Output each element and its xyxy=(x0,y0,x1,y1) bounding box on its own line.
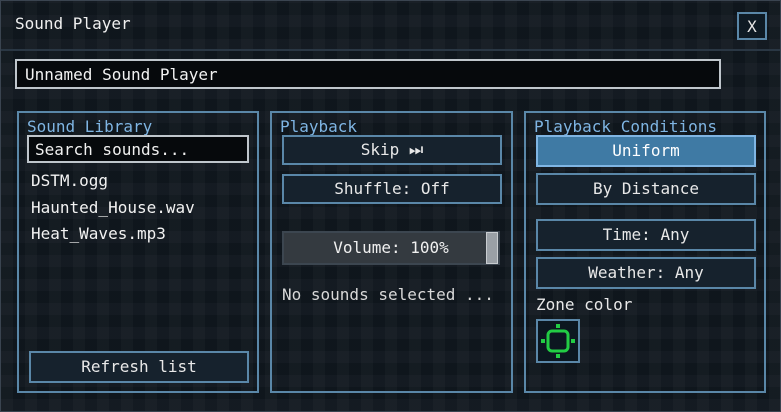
volume-label: Volume: 100% xyxy=(333,238,449,257)
sound-library-panel: Sound Library Search sounds... DSTM.ogg … xyxy=(17,111,259,393)
playback-title: Playback xyxy=(280,117,358,136)
sound-item-heat-waves[interactable]: Heat_Waves.mp3 xyxy=(31,224,166,243)
zone-color-icon xyxy=(541,324,575,358)
time-button[interactable]: Time: Any xyxy=(536,219,756,251)
refresh-list-button[interactable]: Refresh list xyxy=(29,351,249,383)
zone-color-label: Zone color xyxy=(536,295,633,314)
sound-player-window: Sound Player X Unnamed Sound Player Soun… xyxy=(0,0,781,412)
window-title: Sound Player xyxy=(15,14,131,33)
sound-item-dstm[interactable]: DSTM.ogg xyxy=(31,171,108,190)
player-name-input[interactable]: Unnamed Sound Player xyxy=(15,59,721,89)
title-bar: Sound Player X xyxy=(1,1,780,51)
playback-conditions-title: Playback Conditions xyxy=(534,117,718,136)
playback-status: No sounds selected ... xyxy=(282,285,494,304)
weather-button[interactable]: Weather: Any xyxy=(536,257,756,289)
sound-library-title: Sound Library xyxy=(27,117,153,136)
playback-conditions-panel: Playback Conditions Uniform By Distance … xyxy=(524,111,766,393)
shuffle-button[interactable]: Shuffle: Off xyxy=(282,174,502,204)
close-button[interactable]: X xyxy=(737,12,767,40)
uniform-button[interactable]: Uniform xyxy=(536,135,756,167)
volume-slider-handle[interactable] xyxy=(486,232,498,264)
skip-button[interactable]: Skip ⏭ xyxy=(282,135,502,165)
search-input[interactable]: Search sounds... xyxy=(27,135,249,163)
zone-color-swatch[interactable] xyxy=(536,319,580,363)
playback-panel: Playback Skip ⏭ Shuffle: Off Volume: 100… xyxy=(270,111,513,393)
sound-item-haunted-house[interactable]: Haunted_House.wav xyxy=(31,198,195,217)
by-distance-button[interactable]: By Distance xyxy=(536,173,756,205)
volume-slider[interactable]: Volume: 100% xyxy=(282,231,500,265)
